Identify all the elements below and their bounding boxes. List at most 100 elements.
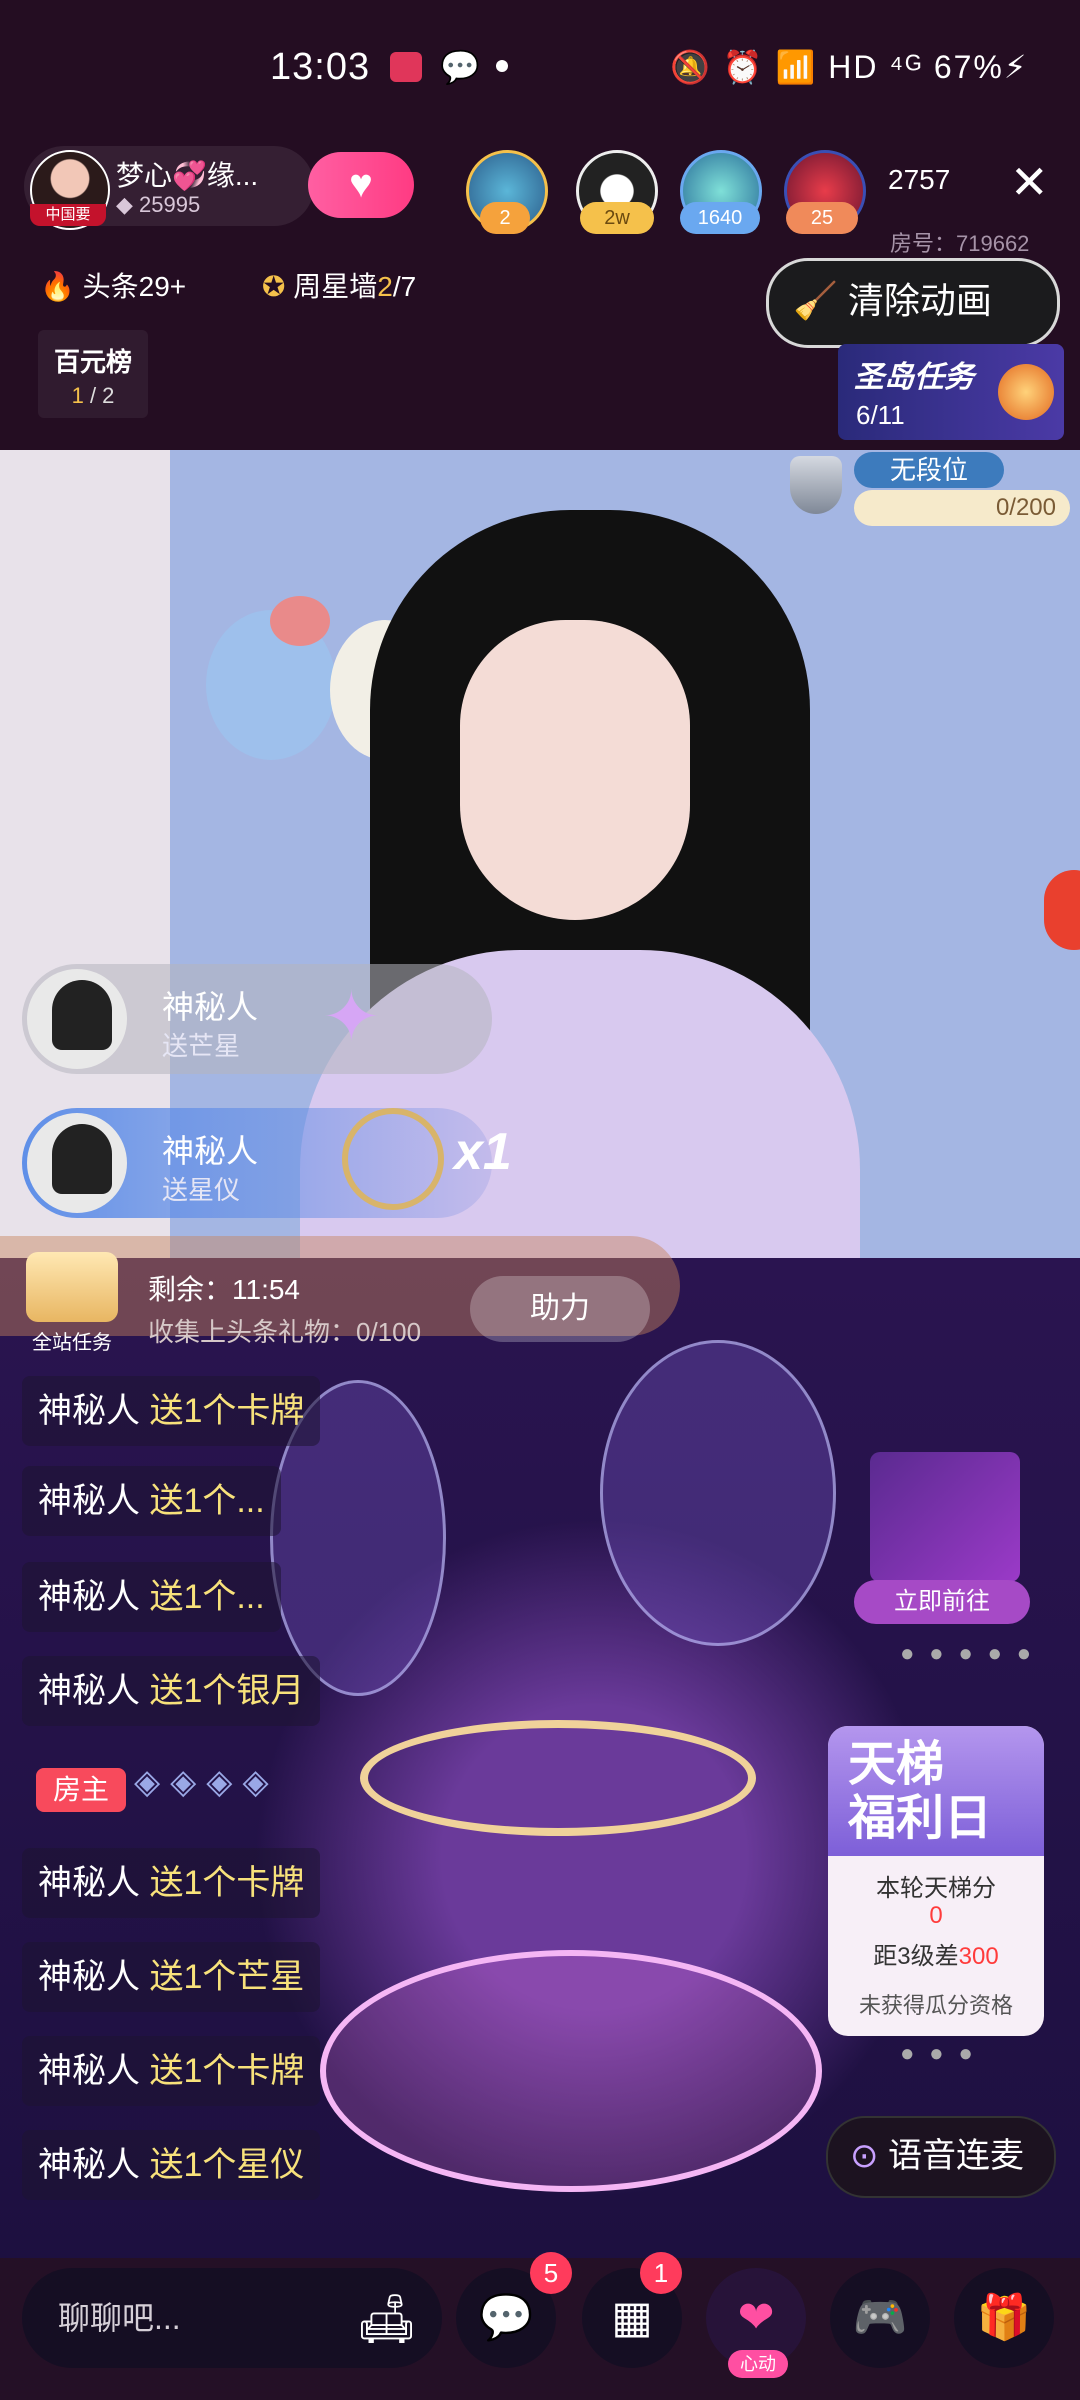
viewer-badge-1: 2 (480, 202, 530, 234)
mystery-person-icon (52, 1124, 112, 1194)
gift-notification-1: 神秘人 送芒星 ✦ (22, 964, 492, 1074)
chat-message[interactable]: 神秘人 送1个... (22, 1562, 281, 1632)
chat-gift: 送1个星仪 (149, 2146, 305, 2184)
weekly-star-wall-tag[interactable]: ✪ 周星墙2/7 (262, 264, 416, 310)
ladder-card[interactable]: 天梯 福利日 本轮天梯分 0 距3级差300 未获得瓜分资格 (828, 1726, 1044, 2036)
promo-cube-icon[interactable] (870, 1452, 1020, 1582)
baiyuan-current: 1 (71, 383, 84, 408)
ladder-carousel-dots: ● ● ● (900, 2040, 977, 2067)
chat-message[interactable]: 神秘人 送1个卡牌 (22, 1376, 321, 1446)
level-badges: ◈◈◈◈ (134, 1763, 279, 1801)
chat-gift: 送1个卡牌 (149, 2052, 305, 2090)
floating-heart-icon (1044, 870, 1080, 950)
gift-sender: 神秘人 (162, 989, 259, 1025)
viewer-badge-2: 2w (580, 202, 654, 234)
status-time: 13:03 (270, 46, 371, 88)
host-fans-count: ◆ 25995 (116, 192, 201, 217)
host-badge: 房主 (36, 1768, 126, 1812)
status-indicators: 🔕 ⏰ 📶 HD ⁴ᴳ 67%⚡ (670, 49, 1029, 85)
rank-shield-icon (790, 456, 842, 514)
trophy-icon (26, 1252, 118, 1322)
headline-label: 头条29+ (82, 271, 187, 302)
broom-icon: 🧹 (793, 280, 838, 321)
host-tag: 中国要 (30, 204, 106, 226)
voice-link-label: 语音连麦 (887, 2137, 1024, 2175)
chat-message[interactable]: 神秘人 送1个星仪 (22, 2130, 321, 2200)
heart-label: 心动 (728, 2350, 788, 2378)
sparkle-star-icon: ✦ (322, 978, 381, 1056)
ladder-title: 天梯 福利日 (848, 1738, 992, 1846)
clear-animation-label: 清除动画 (847, 280, 992, 321)
chat-sender: 神秘人 (38, 1392, 140, 1430)
chat-message[interactable]: 神秘人 送1个芒星 (22, 1942, 321, 2012)
chat-sender: 神秘人 (38, 2052, 140, 2090)
notification-dot-icon (496, 60, 508, 72)
chat-sender: 神秘人 (38, 1578, 140, 1616)
planet-ring (360, 1720, 756, 1836)
mystery-person-icon (52, 980, 112, 1050)
gamepad-icon: 🎮 (852, 2293, 908, 2342)
site-task-label: 全站任务 (32, 1332, 112, 1354)
chat-sender: 神秘人 (38, 1672, 140, 1710)
fans-value: 25995 (139, 192, 201, 217)
gift-item: 送星仪 (162, 1175, 241, 1205)
chat-gift: 送1个银月 (149, 1672, 305, 1710)
chat-sender: 神秘人 (38, 2146, 140, 2184)
sofa-icon[interactable]: 🛋 (356, 2290, 417, 2347)
screen-record-icon (390, 52, 422, 82)
voice-link-button[interactable]: ⊙ 语音连麦 (826, 2116, 1056, 2198)
help-button[interactable]: 助力 (470, 1276, 650, 1342)
chat-gift: 送1个卡牌 (149, 1392, 305, 1430)
ladder-gap-value: 300 (958, 1943, 999, 1970)
chat-sender: 神秘人 (38, 1864, 140, 1902)
online-count[interactable]: 2757 (888, 164, 950, 196)
headline-tag[interactable]: 🔥 头条29+ (40, 264, 186, 310)
chat-gift: 送1个... (149, 1482, 265, 1520)
magic-circle (320, 1950, 822, 2192)
baiyuan-total: / 2 (83, 383, 115, 408)
site-task-remaining: 剩余：11:54 (148, 1274, 300, 1305)
ladder-score-label: 本轮天梯分 (876, 1875, 996, 1902)
streamer-face (460, 620, 690, 920)
clear-animation-button[interactable]: 🧹 清除动画 (766, 258, 1060, 348)
messages-badge: 5 (530, 2252, 572, 2294)
link-icon: ⊙ (850, 2137, 879, 2175)
chat-message[interactable]: 神秘人 送1个卡牌 (22, 1848, 321, 1918)
follow-button[interactable]: ♥ (308, 152, 414, 218)
more-badge: 1 (640, 2252, 682, 2294)
rank-progress: 0/200 (854, 490, 1070, 526)
chat-sender: 神秘人 (38, 1482, 140, 1520)
balloon-pink (270, 596, 330, 646)
ladder-score: 0 (929, 1902, 943, 1929)
gift-button[interactable]: 🎁 (954, 2268, 1054, 2368)
weekly-wall-label: 周星墙 (293, 271, 378, 302)
close-icon[interactable]: ✕ (1010, 159, 1049, 205)
baiyuan-title: 百元榜 (53, 347, 132, 377)
chat-message[interactable]: 神秘人 送1个卡牌 (22, 2036, 321, 2106)
chat-message[interactable]: 神秘人 送1个银月 (22, 1656, 321, 1726)
gift-sender: 神秘人 (162, 1133, 259, 1169)
promo-go-button[interactable]: 立即前往 (854, 1580, 1030, 1624)
chat-sender: 神秘人 (38, 1958, 140, 1996)
island-task-card[interactable]: 圣岛任务 6/11 (838, 344, 1064, 440)
chat-gift: 送1个芒星 (149, 1958, 305, 1996)
gift-notification-2: 神秘人 送星仪 (22, 1108, 492, 1218)
flame-icon: 🔥 (40, 271, 75, 302)
rank-label[interactable]: 无段位 (854, 452, 1004, 488)
ladder-title-line1: 天梯 (848, 1738, 945, 1791)
star-icon: ✪ (262, 271, 286, 302)
gift-combo-count: x1 (454, 1123, 512, 1181)
gift-icon: 🎁 (976, 2293, 1032, 2342)
ladder-gap: 距3级差300 (828, 1936, 1044, 1971)
ladder-title-line2: 福利日 (848, 1792, 993, 1845)
chat-gift: 送1个卡牌 (149, 1864, 305, 1902)
island-task-title: 圣岛任务 (854, 361, 974, 394)
island-task-progress: 6/11 (856, 400, 905, 430)
weekly-wall-progress: 2 (377, 271, 393, 302)
chat-message[interactable]: 神秘人 送1个... (22, 1466, 281, 1536)
hundred-yuan-board[interactable]: 百元榜 1 / 2 (38, 330, 148, 418)
armillary-icon (342, 1108, 444, 1210)
heart-icon: ❤ (737, 2293, 775, 2342)
game-button[interactable]: 🎮 (830, 2268, 930, 2368)
gift-item: 送芒星 (162, 1031, 241, 1061)
